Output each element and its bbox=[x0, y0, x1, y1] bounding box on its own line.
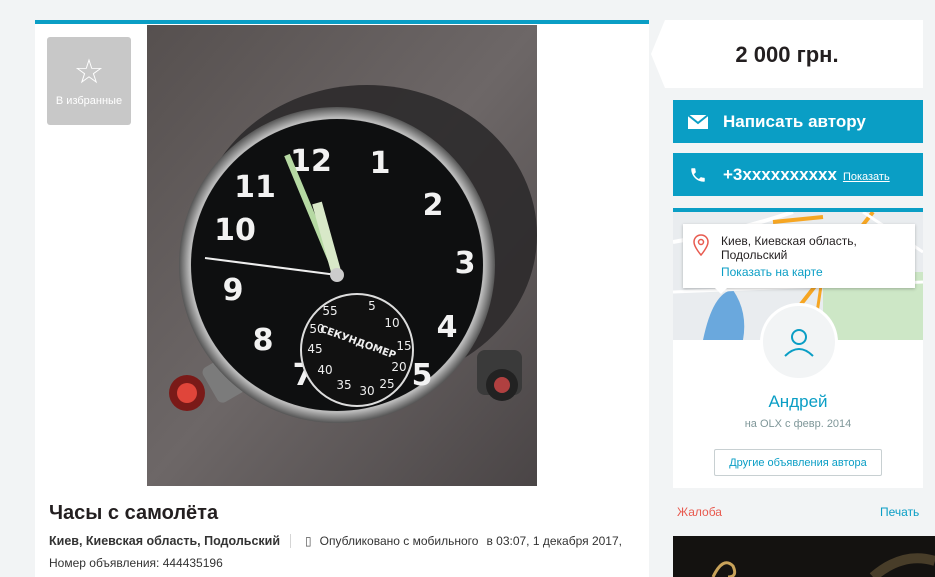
sub-dial: 5 10 15 20 25 30 35 40 45 50 55 СЕКУНДОМ… bbox=[300, 293, 414, 407]
watch-photo: 12 1 2 3 4 5 7 8 9 10 11 5 10 15 20 25 3… bbox=[147, 25, 537, 486]
ad-photo[interactable]: 12 1 2 3 4 5 7 8 9 10 11 5 10 15 20 25 3… bbox=[147, 25, 537, 486]
svg-text:2: 2 bbox=[423, 188, 444, 223]
svg-text:10: 10 bbox=[214, 213, 256, 248]
phone-button[interactable]: +3xxxxxxxxxx Показать bbox=[673, 153, 923, 196]
svg-text:3: 3 bbox=[455, 246, 476, 281]
location-popup: Киев, Киевская область, Подольский Показ… bbox=[683, 224, 915, 288]
ad-meta: Киев, Киевская область, Подольский ▯ Опу… bbox=[49, 534, 622, 548]
user-icon bbox=[784, 329, 814, 357]
phone-icon bbox=[673, 166, 723, 184]
add-to-favorites-button[interactable]: ☆ В избранные bbox=[47, 37, 131, 125]
write-author-button[interactable]: Написать автору bbox=[673, 100, 923, 143]
ad-card: ☆ В избранные 12 1 2 3 4 5 7 8 9 10 11 5… bbox=[35, 20, 649, 577]
divider bbox=[290, 534, 292, 548]
svg-text:40: 40 bbox=[317, 363, 332, 377]
svg-text:25: 25 bbox=[379, 377, 394, 391]
svg-text:8: 8 bbox=[253, 323, 274, 358]
svg-text:45: 45 bbox=[307, 342, 322, 356]
other-ads-button[interactable]: Другие объявления автора bbox=[714, 449, 882, 476]
seller-since: на OLX с февр. 2014 bbox=[744, 418, 852, 430]
write-author-label: Написать автору bbox=[723, 111, 866, 131]
ad-location: Киев, Киевская область, Подольский bbox=[49, 534, 281, 548]
ad-number: Номер объявления: 444435196 bbox=[49, 556, 223, 570]
svg-text:11: 11 bbox=[234, 170, 276, 205]
published-time: в 03:07, 1 декабря 2017, bbox=[486, 534, 622, 548]
print-link[interactable]: Печать bbox=[880, 505, 919, 519]
ad-title: Часы с самолёта bbox=[49, 502, 219, 524]
seller-card: Киев, Киевская область, Подольский Показ… bbox=[673, 208, 923, 488]
svg-text:4: 4 bbox=[437, 310, 458, 345]
location-pin-icon bbox=[693, 234, 709, 261]
mobile-icon: ▯ bbox=[305, 534, 312, 548]
favorites-label: В избранные bbox=[55, 95, 123, 107]
show-on-map-link[interactable]: Показать на карте bbox=[721, 265, 823, 279]
svg-text:55: 55 bbox=[322, 304, 337, 318]
published-source: Опубликовано с мобильного bbox=[319, 534, 479, 548]
svg-text:35: 35 bbox=[336, 378, 351, 392]
complain-link[interactable]: Жалоба bbox=[677, 505, 722, 519]
svg-text:20: 20 bbox=[391, 360, 406, 374]
price: 2 000 грн. bbox=[735, 42, 839, 67]
seller-name[interactable]: Андрей bbox=[673, 392, 923, 412]
show-phone-link[interactable]: Показать bbox=[843, 171, 890, 183]
svg-text:5: 5 bbox=[412, 358, 433, 393]
svg-text:9: 9 bbox=[223, 273, 244, 308]
svg-text:15: 15 bbox=[396, 339, 411, 353]
banner-ad[interactable] bbox=[673, 536, 935, 577]
phone-number: +3xxxxxxxxxx bbox=[723, 164, 837, 184]
avatar bbox=[760, 303, 838, 381]
svg-text:10: 10 bbox=[384, 316, 399, 330]
svg-text:1: 1 bbox=[370, 146, 391, 181]
knob-right bbox=[477, 350, 522, 401]
popup-tip bbox=[713, 286, 729, 294]
svg-text:30: 30 bbox=[359, 384, 374, 398]
popup-location: Киев, Киевская область, Подольский bbox=[721, 234, 857, 262]
envelope-icon bbox=[673, 114, 723, 129]
star-icon: ☆ bbox=[73, 52, 105, 92]
svg-text:5: 5 bbox=[368, 299, 376, 313]
price-box: 2 000 грн. bbox=[651, 20, 923, 88]
